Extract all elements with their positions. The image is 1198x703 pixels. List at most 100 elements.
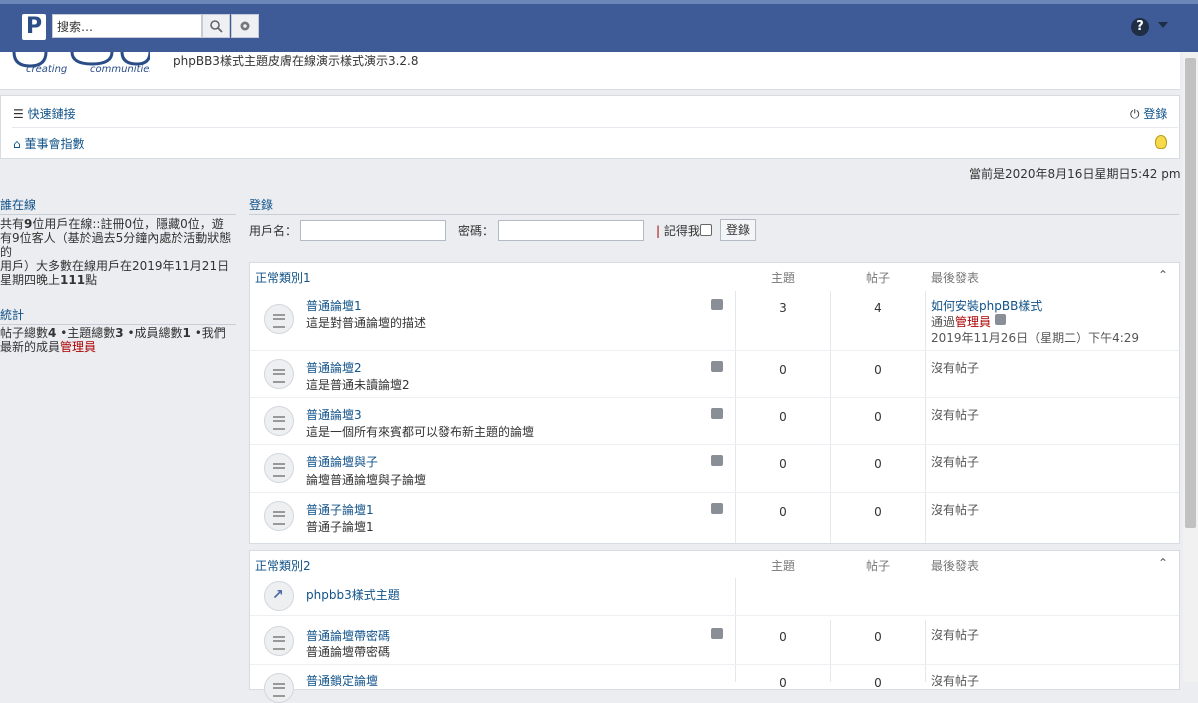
divider: [925, 291, 926, 543]
statistics-heading: 統計: [0, 306, 236, 325]
forum-read-icon: [264, 304, 294, 334]
forum-read-icon: [264, 359, 294, 389]
search-icon: [210, 20, 223, 33]
divider: [250, 350, 1179, 351]
last-post-title-link[interactable]: 如何安裝phpBB樣式: [931, 297, 1042, 314]
last-post-none: 沒有帖子: [931, 628, 980, 642]
divider: [12, 127, 1178, 128]
forum-description: 論壇普通論壇與子論壇: [306, 473, 427, 487]
rss-feed-icon[interactable]: [711, 408, 723, 419]
search-button[interactable]: [202, 14, 230, 38]
divider: [250, 444, 1179, 445]
chevron-down-icon[interactable]: [1158, 22, 1168, 28]
site-description: phpBB3樣式主題皮膚在線演示樣式演示3.2.8: [173, 54, 419, 68]
forum-locked-icon: [264, 673, 294, 703]
rss-feed-icon[interactable]: [711, 361, 723, 372]
board-index-label: 董事會指數: [24, 137, 85, 151]
forum-link[interactable]: 普通論壇3: [306, 406, 362, 423]
login-link[interactable]: ⏻ 登錄: [1130, 105, 1167, 122]
col-topics: 主題: [771, 271, 796, 285]
username-label: 用戶名：: [249, 224, 298, 238]
goto-post-icon[interactable]: [995, 314, 1006, 325]
username-field[interactable]: [300, 220, 446, 241]
col-posts: 帖子: [866, 559, 891, 573]
last-post-none: 沒有帖子: [931, 503, 980, 517]
remember-me-label: | 記得我: [656, 224, 700, 238]
divider: [830, 620, 831, 682]
topics-count: 0: [779, 363, 787, 377]
forum-link[interactable]: phpbb3樣式主題: [306, 586, 400, 603]
topics-count: 0: [779, 457, 787, 471]
remember-me-checkbox[interactable]: [700, 224, 712, 236]
forum-description: 普通論壇帶密碼: [306, 645, 391, 659]
board-index-link[interactable]: ⌂ 董事會指數: [13, 135, 84, 152]
power-icon: ⏻: [1130, 107, 1140, 121]
last-post-none: 沒有帖子: [931, 361, 980, 375]
svg-text:communities: communities: [90, 64, 150, 74]
forum-link[interactable]: 普通論壇與子: [306, 453, 378, 470]
col-topics: 主題: [771, 559, 796, 573]
login-button[interactable]: 登錄: [720, 219, 756, 241]
menu-icon: ☰: [13, 107, 24, 121]
rss-feed-icon[interactable]: [711, 455, 723, 466]
who-is-online-text: 共有9位用戶在線::註冊0位，隱藏0位，遊 有9位客人（基於過去5分鐘內處於活動…: [0, 217, 232, 287]
posts-count: 0: [874, 505, 882, 519]
search-input[interactable]: 搜索…: [52, 14, 202, 38]
divider: [250, 664, 1179, 665]
last-post-none: 沒有帖子: [931, 408, 980, 422]
who-is-online-heading[interactable]: 誰在線: [0, 196, 236, 215]
forum-description: 普通子論壇1: [306, 520, 374, 534]
last-post-none: 沒有帖子: [931, 455, 980, 469]
scrollbar-thumb[interactable]: [1185, 58, 1196, 528]
forum-link[interactable]: 普通論壇帶密碼: [306, 627, 390, 644]
newest-member-link[interactable]: 管理員: [60, 340, 96, 354]
phpbb-logo-icon[interactable]: P: [22, 14, 46, 40]
forum-link[interactable]: 普通論壇1: [306, 297, 362, 314]
rss-feed-icon[interactable]: [711, 503, 723, 514]
subforum-read-icon: [264, 501, 294, 531]
site-logo[interactable]: creating communities: [12, 52, 150, 74]
category-title[interactable]: 正常類別2: [255, 557, 311, 574]
forum-link-icon: ↗: [264, 581, 294, 611]
login-label: 登錄: [1143, 107, 1168, 121]
col-posts: 帖子: [866, 271, 891, 285]
forum-read-icon: [264, 406, 294, 436]
rss-feed-icon[interactable]: [711, 628, 723, 639]
login-heading[interactable]: 登錄: [249, 196, 1179, 215]
gear-icon: [240, 21, 250, 31]
divider: [250, 492, 1179, 493]
divider: [735, 578, 736, 682]
password-field[interactable]: [498, 220, 644, 241]
col-last-post: 最後發表: [931, 559, 980, 573]
divider: [830, 291, 831, 543]
forum-link[interactable]: 普通鎖定論壇: [306, 672, 378, 689]
last-post-none: 沒有帖子: [931, 674, 980, 688]
collapse-icon[interactable]: ⌃: [1158, 556, 1168, 570]
posts-count: 0: [874, 410, 882, 424]
category-title[interactable]: 正常類別1: [255, 269, 311, 286]
advanced-search-button[interactable]: [231, 14, 259, 38]
topics-count: 0: [779, 630, 787, 644]
help-icon[interactable]: ?: [1131, 18, 1149, 36]
col-last-post: 最後發表: [931, 271, 980, 285]
author-link[interactable]: 管理員: [955, 315, 991, 329]
forum-link[interactable]: 普通子論壇1: [306, 501, 374, 518]
collapse-icon[interactable]: ⌃: [1158, 268, 1168, 282]
posts-count: 0: [874, 457, 882, 471]
divider: [735, 291, 736, 543]
current-time: 當前是2020年8月16日星期日5:42 pm: [969, 167, 1181, 181]
topics-count: 0: [779, 505, 787, 519]
svg-text:creating: creating: [26, 64, 67, 74]
divider: [250, 615, 1179, 616]
rss-feed-icon[interactable]: [711, 299, 723, 310]
divider: [925, 620, 926, 682]
forum-locked-password-icon: [264, 626, 294, 656]
forum-link[interactable]: 普通論壇2: [306, 359, 362, 376]
topics-count: 0: [779, 676, 787, 690]
divider: [250, 397, 1179, 398]
forum-description: 這是一個所有來賓都可以發布新主題的論壇: [306, 425, 535, 439]
quick-links-menu[interactable]: ☰ 快速鏈接: [13, 105, 76, 122]
forum-read-icon: [264, 453, 294, 483]
forum-description: 這是對普通論壇的描述: [306, 316, 427, 330]
lightbulb-icon[interactable]: [1155, 135, 1167, 149]
